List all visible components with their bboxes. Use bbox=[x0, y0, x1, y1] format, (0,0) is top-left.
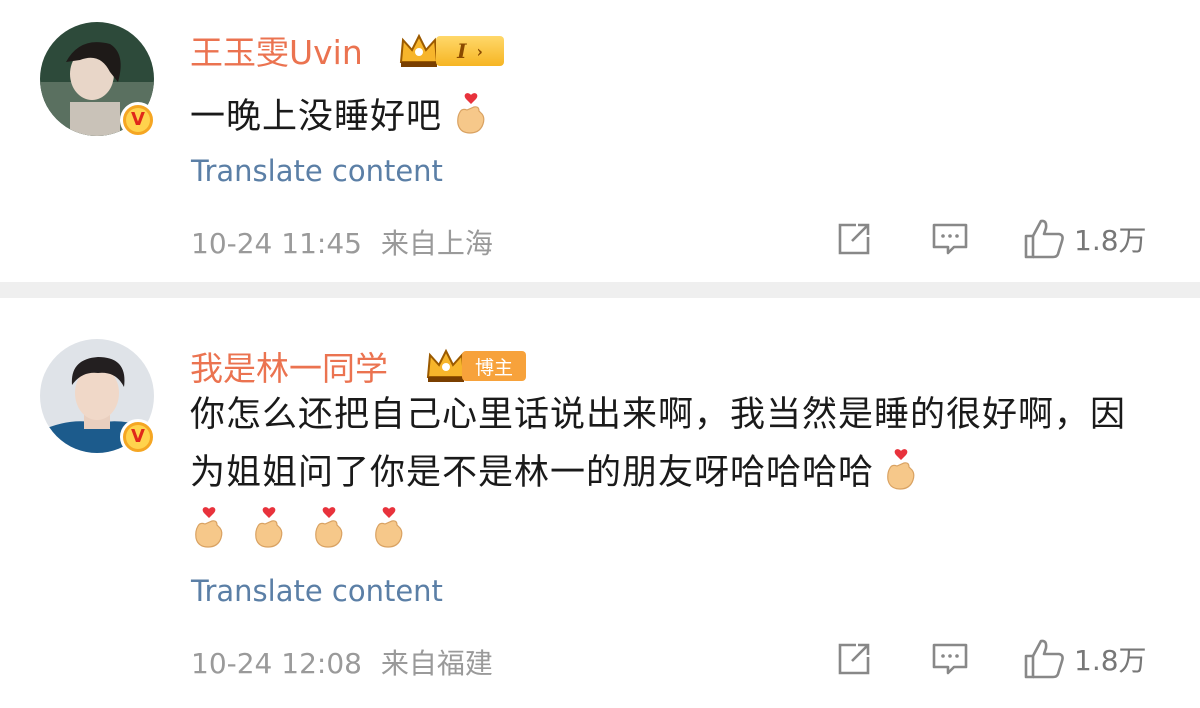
action-bar: 1.8万 bbox=[0, 216, 1200, 262]
like-button[interactable]: 1.8万 bbox=[1022, 216, 1147, 262]
like-icon bbox=[1024, 219, 1064, 259]
finger-heart-emoji bbox=[255, 507, 283, 548]
finger-heart-emoji bbox=[887, 449, 915, 490]
crown-icon bbox=[399, 33, 439, 67]
finger-heart-emoji bbox=[315, 507, 343, 548]
share-icon bbox=[838, 643, 870, 675]
username[interactable]: 王玉雯Uvin bbox=[190, 26, 363, 74]
verified-badge-icon: V bbox=[120, 102, 156, 138]
share-icon bbox=[838, 223, 870, 255]
share-button[interactable] bbox=[834, 636, 874, 682]
divider bbox=[0, 282, 1200, 298]
crown-icon bbox=[426, 348, 466, 382]
avatar[interactable]: V bbox=[40, 339, 156, 455]
translate-link[interactable]: Translate content bbox=[191, 154, 443, 188]
comment-button[interactable] bbox=[930, 636, 970, 682]
finger-heart-emoji bbox=[375, 507, 403, 548]
comment-text: 你怎么还把自己心里话说出来啊，我当然是睡的很好啊，因为姐姐问了你是不是林一的朋友… bbox=[190, 386, 1130, 560]
comment-button[interactable] bbox=[930, 216, 970, 262]
verified-badge-icon: V bbox=[120, 419, 156, 455]
like-count: 1.8万 bbox=[1074, 644, 1147, 677]
comment-icon bbox=[932, 223, 968, 255]
finger-heart-emoji bbox=[195, 507, 223, 548]
comment-item: V 我是林一同学 博主 你怎么还把自己心里话说出来啊，我当然是睡的很好啊，因为姐… bbox=[0, 298, 1200, 708]
like-icon bbox=[1024, 639, 1064, 679]
comment-text-body: 一晚上没睡好吧 bbox=[190, 97, 443, 137]
blogger-badge: 博主 bbox=[462, 351, 526, 381]
chevron-right-icon: › bbox=[476, 41, 483, 61]
member-level-label: I bbox=[457, 39, 467, 63]
avatar[interactable]: V bbox=[40, 22, 156, 138]
username[interactable]: 我是林一同学 bbox=[190, 342, 388, 390]
comment-item: V 王玉雯Uvin I › 一晚上没睡好吧 Translate content … bbox=[0, 0, 1200, 282]
blogger-badge-label: 博主 bbox=[474, 356, 513, 379]
member-level-badge[interactable]: I › bbox=[436, 36, 504, 66]
translate-link[interactable]: Translate content bbox=[191, 574, 443, 608]
like-button[interactable]: 1.8万 bbox=[1022, 636, 1147, 682]
action-bar: 1.8万 bbox=[0, 636, 1200, 682]
comment-text-body: 你怎么还把自己心里话说出来啊，我当然是睡的很好啊，因为姐姐问了你是不是林一的朋友… bbox=[190, 395, 1127, 493]
like-count: 1.8万 bbox=[1074, 224, 1147, 257]
comment-text: 一晚上没睡好吧 bbox=[190, 88, 1130, 146]
finger-heart-emoji bbox=[457, 93, 485, 134]
share-button[interactable] bbox=[834, 216, 874, 262]
comment-icon bbox=[932, 643, 968, 675]
